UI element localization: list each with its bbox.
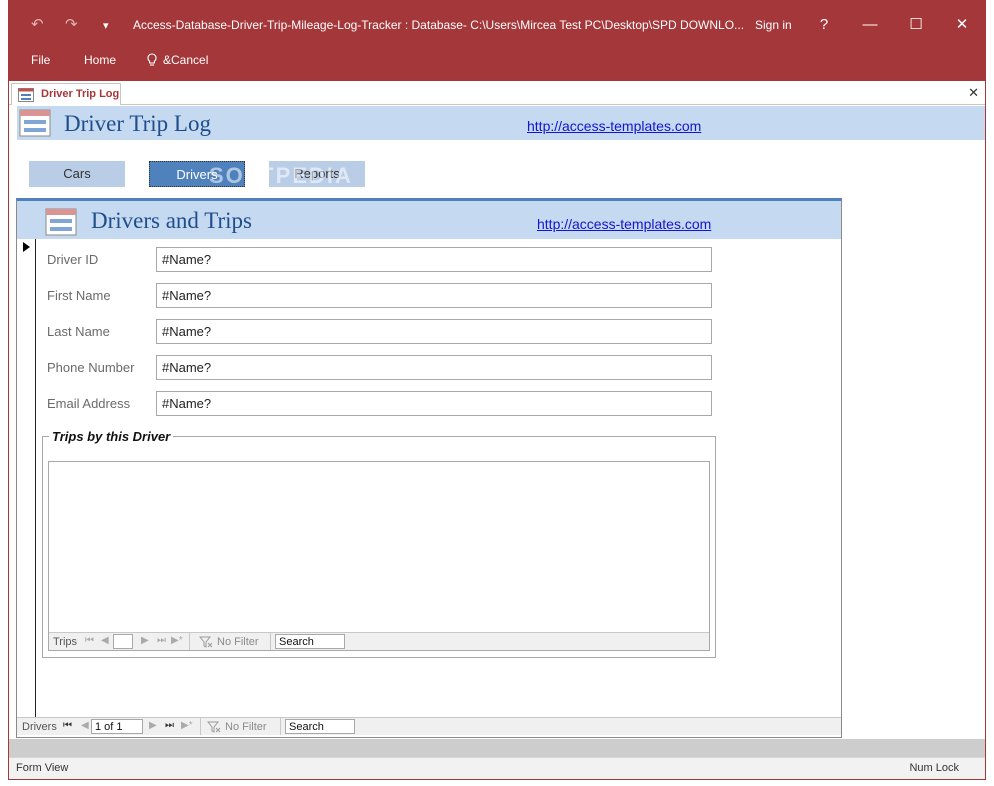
trips-datasheet[interactable]: Trips ⏮ ◀ ▶ ⏭ ▶* No Filter Search bbox=[48, 461, 710, 651]
email-address-field[interactable]: #Name? bbox=[156, 391, 712, 416]
close-document-icon[interactable]: ✕ bbox=[968, 85, 979, 101]
minimize-button[interactable]: — bbox=[847, 11, 893, 39]
first-record-icon[interactable]: ⏮ bbox=[63, 720, 72, 731]
document-tab-strip: Driver Trip Log ✕ bbox=[9, 81, 985, 105]
subform-header: Drivers and Trips http://access-template… bbox=[17, 201, 841, 239]
divider bbox=[280, 718, 281, 735]
last-record-icon[interactable]: ⏭ bbox=[157, 635, 166, 646]
trips-current-record-box[interactable] bbox=[113, 634, 133, 649]
sign-in-link[interactable]: Sign in bbox=[755, 18, 792, 32]
email-address-label: Email Address bbox=[47, 396, 131, 411]
trips-record-navigator: Trips ⏮ ◀ ▶ ⏭ ▶* No Filter Search bbox=[49, 632, 709, 650]
drivers-current-record-box[interactable]: 1 of 1 bbox=[91, 719, 143, 734]
close-window-button[interactable]: ✕ bbox=[939, 11, 985, 39]
first-record-icon[interactable]: ⏮ bbox=[85, 635, 94, 646]
drivers-subform: Drivers and Trips http://access-template… bbox=[16, 198, 842, 738]
driver-id-label: Driver ID bbox=[47, 252, 99, 267]
subform-website-link[interactable]: http://access-templates.com bbox=[537, 216, 711, 232]
drivers-search-box[interactable]: Search bbox=[285, 719, 355, 734]
redo-icon[interactable]: ↷ bbox=[65, 15, 78, 33]
divider bbox=[189, 633, 190, 650]
workspace-background bbox=[9, 739, 985, 757]
form-icon bbox=[45, 208, 77, 239]
next-record-icon[interactable]: ▶ bbox=[141, 635, 149, 646]
drivers-record-navigator: Drivers ⏮ ◀ 1 of 1 ▶ ⏭ ▶* No Filter Sear… bbox=[17, 717, 841, 735]
view-mode-status: Form View bbox=[16, 762, 69, 774]
menu-file[interactable]: File bbox=[31, 53, 50, 67]
document-tab-label: Driver Trip Log bbox=[41, 88, 120, 100]
window-title: Access-Database-Driver-Trip-Mileage-Log-… bbox=[133, 18, 745, 32]
form-icon bbox=[18, 88, 34, 105]
previous-record-icon[interactable]: ◀ bbox=[81, 720, 89, 731]
app-header: Driver Trip Log http://access-templates.… bbox=[17, 106, 985, 140]
num-lock-status: Num Lock bbox=[909, 762, 959, 774]
menu-home[interactable]: Home bbox=[84, 53, 116, 67]
next-record-icon[interactable]: ▶ bbox=[149, 720, 157, 731]
watermark: SOFTPEDIA bbox=[209, 163, 353, 188]
cars-nav-button[interactable]: Cars bbox=[29, 161, 125, 187]
help-button[interactable]: ? bbox=[801, 11, 847, 39]
divider bbox=[200, 718, 201, 735]
driver-id-field[interactable]: #Name? bbox=[156, 247, 712, 272]
drivers-no-filter-button[interactable]: No Filter bbox=[225, 721, 267, 733]
access-window: ↶ ↷ ▾ Access-Database-Driver-Trip-Mileag… bbox=[8, 0, 986, 780]
phone-number-field[interactable]: #Name? bbox=[156, 355, 712, 380]
customize-quick-access-icon[interactable]: ▾ bbox=[103, 19, 109, 32]
maximize-button[interactable]: ☐ bbox=[893, 11, 939, 39]
document-tab-driver-trip-log[interactable]: Driver Trip Log bbox=[11, 83, 121, 105]
title-bar: ↶ ↷ ▾ Access-Database-Driver-Trip-Mileag… bbox=[9, 1, 985, 81]
status-bar: Form View Num Lock bbox=[9, 757, 985, 779]
last-name-label: Last Name bbox=[47, 324, 110, 339]
first-name-field[interactable]: #Name? bbox=[156, 283, 712, 308]
drivers-nav-label: Drivers bbox=[22, 721, 57, 733]
subform-title: Drivers and Trips bbox=[91, 208, 253, 233]
new-record-icon[interactable]: ▶* bbox=[181, 720, 193, 731]
lightbulb-icon[interactable] bbox=[146, 53, 158, 70]
last-record-icon[interactable]: ⏭ bbox=[165, 720, 174, 731]
previous-record-icon[interactable]: ◀ bbox=[101, 635, 109, 646]
undo-icon[interactable]: ↶ bbox=[31, 15, 44, 33]
filter-icon bbox=[198, 636, 213, 651]
current-record-arrow-icon bbox=[23, 242, 30, 252]
tell-me-box[interactable]: &Cancel bbox=[163, 53, 208, 67]
form-icon bbox=[19, 109, 51, 140]
phone-number-label: Phone Number bbox=[47, 360, 135, 375]
app-website-link[interactable]: http://access-templates.com bbox=[527, 118, 701, 134]
new-record-icon[interactable]: ▶* bbox=[171, 635, 183, 646]
trips-group-title: Trips by this Driver bbox=[49, 429, 174, 444]
last-name-field[interactable]: #Name? bbox=[156, 319, 712, 344]
trips-search-box[interactable]: Search bbox=[275, 634, 345, 649]
trips-nav-label: Trips bbox=[53, 636, 78, 648]
app-title: Driver Trip Log bbox=[64, 111, 211, 136]
first-name-label: First Name bbox=[47, 288, 111, 303]
filter-icon bbox=[206, 721, 221, 736]
divider bbox=[270, 633, 271, 650]
record-selector[interactable] bbox=[17, 239, 36, 717]
trips-group-box: Trips by this Driver Trips ⏮ ◀ ▶ ⏭ ▶* No… bbox=[42, 429, 716, 658]
trips-no-filter-button[interactable]: No Filter bbox=[217, 636, 259, 648]
